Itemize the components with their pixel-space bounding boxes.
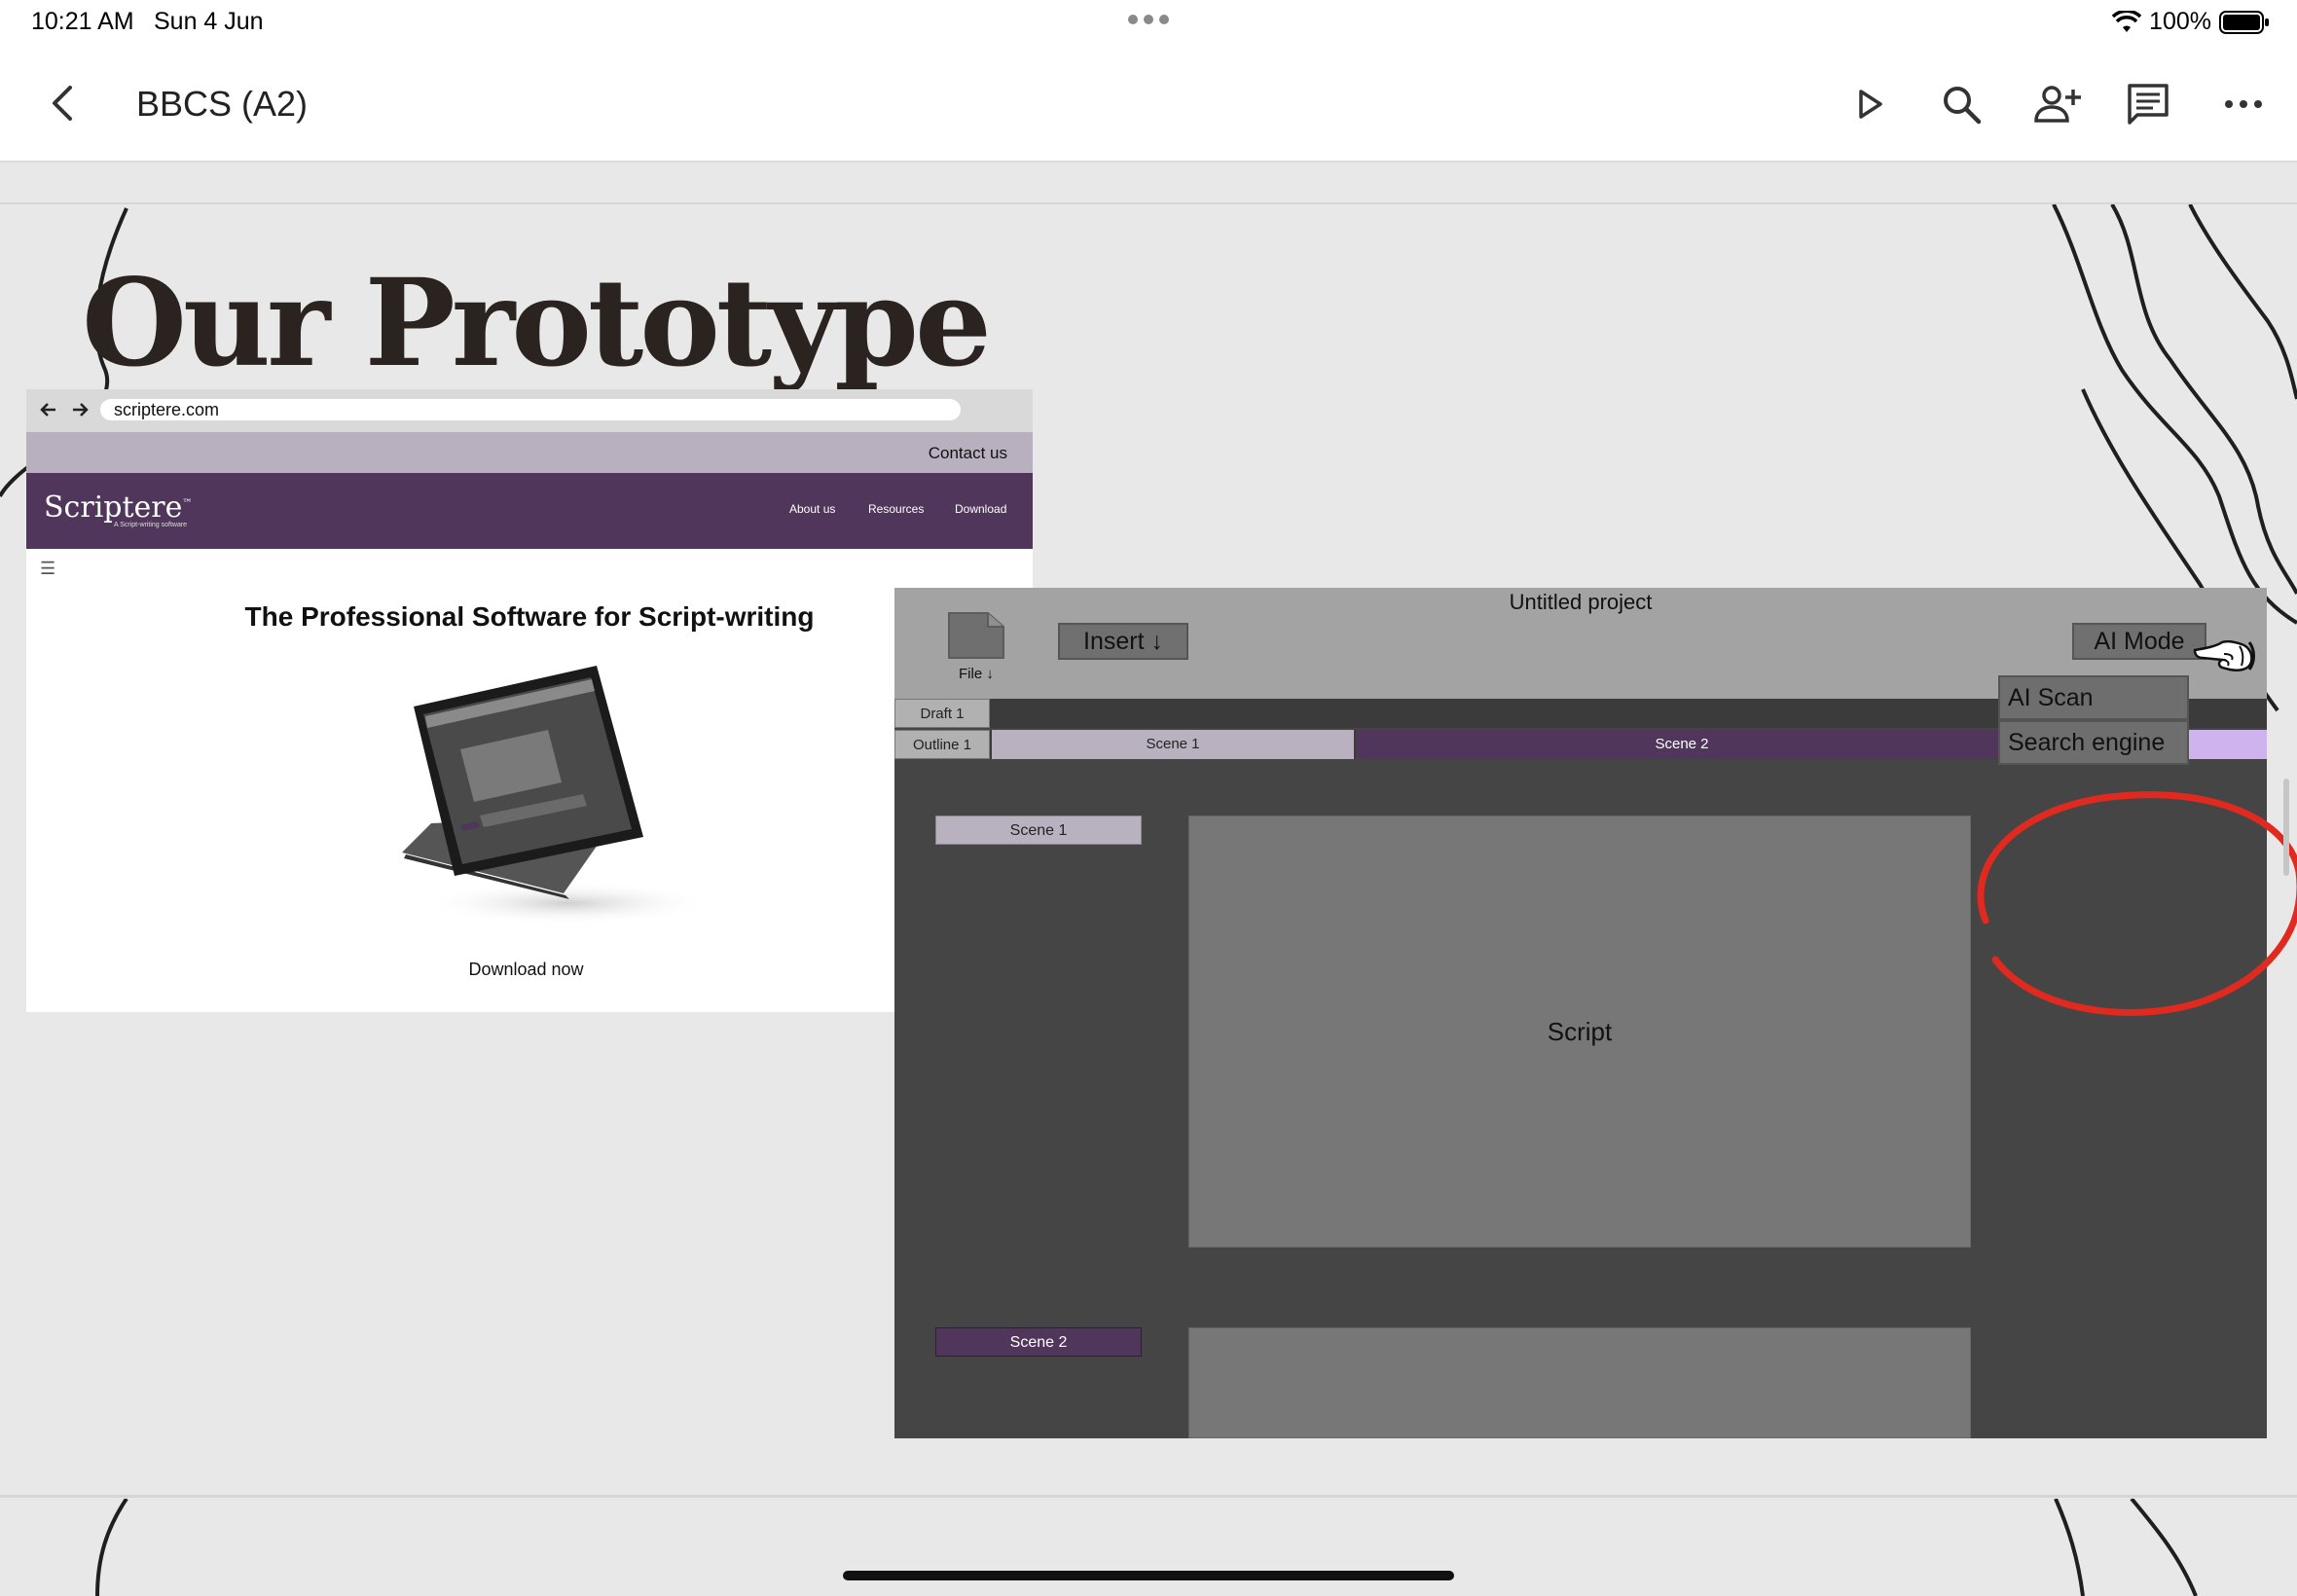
logo-trademark: ™ [182,498,193,509]
script-placeholder: Script [1547,1016,1613,1046]
hamburger-icon[interactable]: ☰ [40,559,55,579]
browser-url-field[interactable]: scriptere.com [100,399,961,420]
laptop-image [402,666,713,925]
status-bar: 10:21 AM Sun 4 Jun 100% [0,0,2297,47]
add-person-icon[interactable] [2032,82,2083,127]
browser-url-bar: scriptere.com [26,389,1033,432]
scroll-indicator[interactable] [2283,779,2289,876]
play-icon[interactable] [1847,82,1892,127]
status-time: 10:21 AM [31,8,134,35]
battery-percent: 100% [2149,8,2211,35]
scene-1-label[interactable]: Scene 1 [935,816,1142,845]
home-indicator[interactable] [843,1571,1454,1580]
nav-download[interactable]: Download [955,502,1006,516]
download-now-link[interactable]: Download now [26,960,1026,980]
document-title: BBCS (A2) [136,84,309,124]
contact-link[interactable]: Contact us [929,444,1007,463]
wifi-icon [2112,10,2142,32]
battery-icon [2219,10,2269,34]
logo-text: Scriptere [44,490,183,525]
search-engine-menu-item[interactable]: Search engine [1998,720,2189,765]
app-mockup: Untitled project File ↓ Insert ↓ AI Mode… [894,588,2267,1438]
status-date: Sun 4 Jun [154,8,264,35]
website-headline: The Professional Software for Script-wri… [244,601,815,632]
arrow-left-icon[interactable] [38,399,59,420]
more-icon[interactable] [2221,82,2266,127]
file-menu-label[interactable]: File ↓ [959,666,994,682]
back-icon[interactable] [43,82,82,125]
website-logo[interactable]: Scriptere™ [44,490,192,525]
file-icon[interactable] [947,611,1005,660]
status-right: 100% [2112,8,2270,36]
website-navbar: Scriptere™ A Script-writing software Abo… [26,473,1033,549]
script-editor-scene-1[interactable]: Script [1188,816,1971,1248]
website-mockup: scriptere.com Contact us Scriptere™ A Sc… [26,389,1033,1012]
script-editor-scene-2[interactable] [1188,1327,1971,1438]
slide-title: Our Prototype [82,253,992,394]
nav-about-us[interactable]: About us [789,502,835,516]
multitask-dots-icon[interactable] [1127,14,1170,25]
tab-draft-1[interactable]: Draft 1 [894,699,990,728]
pointing-hand-icon [2193,639,2255,671]
next-slide-preview [0,1499,2297,1596]
arrow-right-icon[interactable] [69,399,91,420]
nav-resources[interactable]: Resources [868,502,924,516]
tab-outline-1[interactable]: Outline 1 [894,730,990,759]
search-icon[interactable] [1939,82,1984,127]
ai-mode-button[interactable]: AI Mode [2072,623,2206,660]
tab-scene-1[interactable]: Scene 1 [992,730,1354,759]
website-topbar: Contact us [26,432,1033,473]
comment-icon[interactable] [2126,82,2170,127]
tab-scene-2[interactable]: Scene 2 [1356,730,2008,759]
ai-scan-menu-item[interactable]: AI Scan [1998,675,2189,720]
app-toolbar: BBCS (A2) [0,47,2297,163]
scene-2-label[interactable]: Scene 2 [935,1327,1142,1357]
project-title: Untitled project [1509,590,1653,614]
slide-canvas: Our Prototype scriptere.com Contact us S… [0,202,2297,1498]
decorative-wave-lines-next [95,1499,2198,1596]
website-tagline: A Script-writing software [114,522,188,528]
insert-button[interactable]: Insert ↓ [1058,623,1188,660]
tab-extra[interactable] [2189,730,2267,759]
